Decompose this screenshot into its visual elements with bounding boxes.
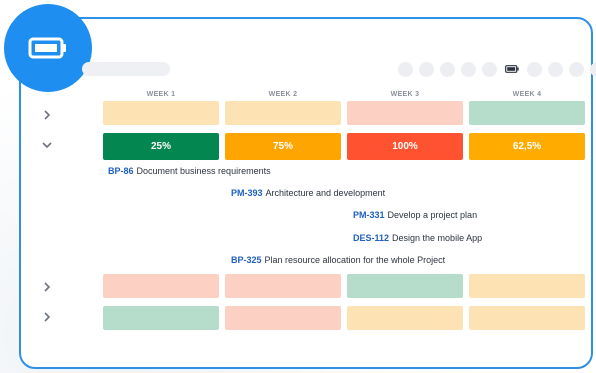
battery-icon	[28, 37, 66, 59]
view-dot[interactable]	[527, 61, 542, 77]
row-1-week-2-cell[interactable]	[225, 101, 341, 125]
task-item[interactable]: BP-325 Plan resource allocation for the w…	[231, 255, 445, 265]
view-dot[interactable]	[590, 61, 596, 77]
chevron-right-icon[interactable]	[40, 280, 54, 294]
task-title: Plan resource allocation for the whole P…	[264, 255, 446, 265]
row-4-week-2-cell[interactable]	[225, 306, 341, 330]
view-dot[interactable]	[548, 61, 563, 77]
task-item[interactable]: DES-112 Design the mobile App	[353, 233, 482, 243]
row-4-week-4-cell[interactable]	[469, 306, 585, 330]
chevron-right-icon[interactable]	[40, 108, 54, 122]
view-dot[interactable]	[461, 61, 476, 77]
week-1-header: WEEK 1	[146, 91, 176, 98]
task-item[interactable]: BP-86 Document business requirements	[108, 166, 271, 176]
task-title: Document business requirements	[136, 166, 271, 176]
battery-small-icon	[505, 65, 519, 73]
issue-key[interactable]: BP-86	[108, 166, 134, 176]
row-4-week-1-cell[interactable]	[103, 306, 219, 330]
row-3-week-2-cell[interactable]	[225, 274, 341, 298]
issue-key[interactable]: DES-112	[353, 233, 389, 243]
issue-key[interactable]: PM-331	[353, 210, 385, 220]
task-title: Architecture and development	[265, 188, 386, 198]
search-placeholder-bar[interactable]	[82, 62, 170, 76]
view-dot[interactable]	[440, 61, 455, 77]
row-4-week-3-cell[interactable]	[347, 306, 463, 330]
view-dot[interactable]	[419, 61, 434, 77]
task-item[interactable]: PM-393 Architecture and development	[231, 188, 385, 198]
issue-key[interactable]: BP-325	[231, 255, 262, 265]
week-4-header: WEEK 4	[512, 91, 542, 98]
view-dot[interactable]	[398, 61, 413, 77]
task-title: Design the mobile App	[392, 233, 483, 243]
view-switcher[interactable]	[398, 60, 596, 78]
utilization-week-2[interactable]: 75%	[225, 133, 341, 160]
week-3-header: WEEK 3	[390, 91, 420, 98]
chevron-right-icon[interactable]	[40, 310, 54, 324]
row-1-week-1-cell[interactable]	[103, 101, 219, 125]
view-dot-active[interactable]	[503, 60, 521, 78]
issue-key[interactable]: PM-393	[231, 188, 263, 198]
view-dot[interactable]	[482, 61, 497, 77]
row-3-week-1-cell[interactable]	[103, 274, 219, 298]
chevron-down-icon[interactable]	[40, 138, 54, 152]
row-3-week-3-cell[interactable]	[347, 274, 463, 298]
task-item[interactable]: PM-331 Develop a project plan	[353, 210, 477, 220]
task-title: Develop a project plan	[387, 210, 478, 220]
utilization-week-1[interactable]: 25%	[103, 133, 219, 160]
battery-badge	[4, 4, 92, 92]
utilization-week-4[interactable]: 62,5%	[469, 133, 585, 160]
row-1-week-3-cell[interactable]	[347, 101, 463, 125]
view-dot[interactable]	[569, 61, 584, 77]
utilization-week-3[interactable]: 100%	[347, 133, 463, 160]
row-1-week-4-cell[interactable]	[469, 101, 585, 125]
row-3-week-4-cell[interactable]	[469, 274, 585, 298]
week-2-header: WEEK 2	[268, 91, 298, 98]
